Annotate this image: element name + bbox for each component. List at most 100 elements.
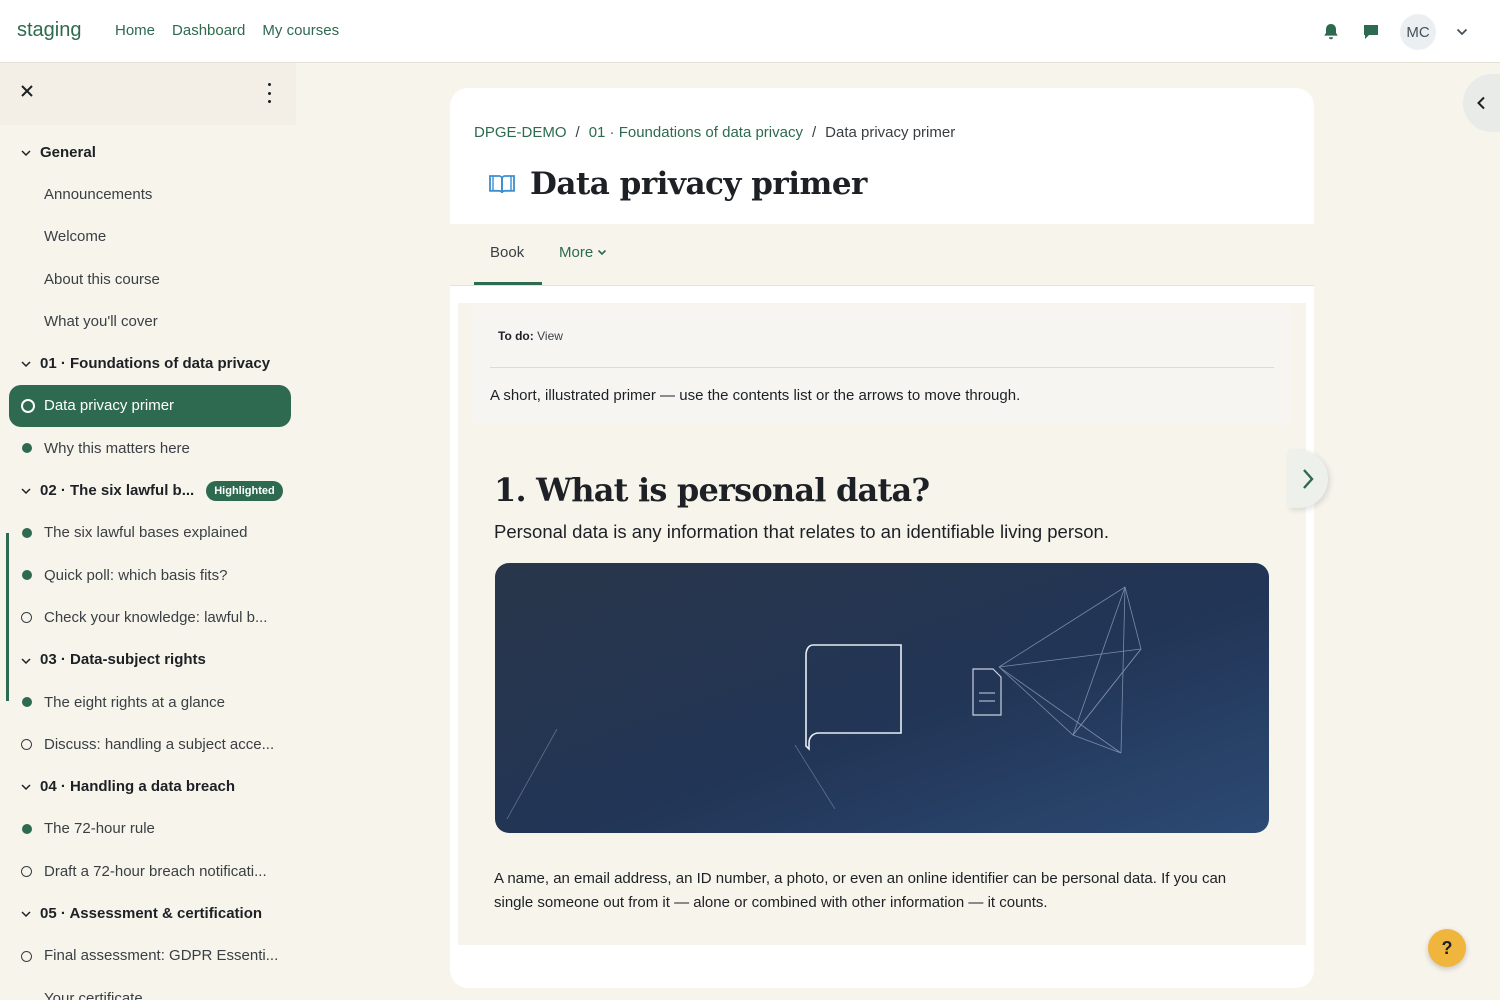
course-index-label: About this course (44, 270, 160, 288)
message-icon[interactable] (1360, 21, 1382, 43)
chevron-down-icon[interactable] (1454, 24, 1470, 40)
course-section-15[interactable]: 04 · Handling a data breach (0, 765, 296, 807)
course-item-20[interactable]: Your certificate (0, 977, 296, 1000)
course-item-9[interactable]: The six lawful bases explained (0, 512, 296, 554)
tab-book[interactable]: Book (490, 244, 524, 261)
close-icon[interactable] (20, 83, 38, 101)
course-index-label: General (40, 143, 96, 161)
site-brand[interactable]: staging (17, 19, 82, 42)
user-avatar[interactable]: MC (1400, 14, 1436, 50)
bell-icon[interactable] (1320, 21, 1342, 43)
course-index-label: The six lawful bases explained (44, 524, 248, 542)
course-index-label: Quick poll: which basis fits? (44, 566, 228, 584)
course-item-11[interactable]: Check your knowledge: lawful b... (0, 596, 296, 638)
course-index-label: Announcements (44, 185, 153, 203)
breadcrumb-section[interactable]: 01 · Foundations of data privacy (589, 124, 803, 141)
incomplete-icon (21, 739, 32, 751)
completed-icon (22, 696, 32, 707)
chevron-down-icon[interactable] (20, 780, 32, 792)
breadcrumb-separator: / (811, 124, 817, 141)
course-section-8[interactable]: 02 · The six lawful b... Highlighted (0, 469, 296, 511)
page-title: Data privacy primer (530, 166, 867, 202)
course-item-10[interactable]: Quick poll: which basis fits? (0, 554, 296, 596)
course-index-label: Final assessment: GDPR Essenti... (44, 947, 279, 965)
kebab-menu-icon[interactable] (262, 83, 276, 103)
course-item-16[interactable]: The 72-hour rule (0, 808, 296, 850)
course-index-drawer: General Announcements Welcome About this co… (0, 63, 296, 1000)
completed-icon (22, 823, 32, 834)
nav-home[interactable]: Home (115, 22, 155, 39)
course-index-label: 01 · Foundations of data privacy (40, 355, 271, 373)
chevron-right-icon (1303, 469, 1314, 489)
course-index-label: 02 · The six lawful b... (40, 482, 195, 500)
breadcrumb-separator: / (575, 124, 580, 141)
course-item-3[interactable]: About this course (0, 258, 296, 300)
course-section-5[interactable]: 01 · Foundations of data privacy (0, 342, 296, 384)
incomplete-icon (21, 950, 32, 962)
course-index-label: Welcome (44, 228, 107, 246)
chapter-heading: 1. What is personal data? (494, 471, 930, 509)
chevron-down-icon[interactable] (20, 484, 32, 496)
completion-requirement: To do: View (498, 329, 563, 343)
course-index-list: General Announcements Welcome About this co… (0, 131, 296, 1000)
completed-icon (22, 527, 32, 538)
course-index-label: The 72-hour rule (44, 820, 155, 838)
course-item-17[interactable]: Draft a 72-hour breach notificati... (0, 850, 296, 892)
course-index-label: 05 · Assessment & certification (40, 904, 263, 922)
top-navbar: staging Home Dashboard My courses MC (0, 0, 1500, 63)
chapter-illustration (495, 563, 1269, 833)
completed-icon (22, 569, 32, 580)
course-item-4[interactable]: What you'll cover (0, 300, 296, 342)
block-drawer-toggle[interactable] (1463, 74, 1500, 132)
nav-my-courses[interactable]: My courses (262, 22, 339, 39)
course-item-7[interactable]: Why this matters here (0, 427, 296, 469)
course-item-13[interactable]: The eight rights at a glance (0, 681, 296, 723)
nav-dashboard[interactable]: Dashboard (172, 22, 245, 39)
help-button[interactable]: ? (1428, 929, 1466, 967)
course-section-18[interactable]: 05 · Assessment & certification (0, 892, 296, 934)
course-index-label: Your certificate (44, 989, 143, 1000)
course-item-6[interactable]: Data privacy primer (9, 384, 291, 428)
chevron-down-icon (598, 249, 607, 256)
completed-icon (22, 443, 32, 454)
course-index-label: Data privacy primer (44, 397, 175, 415)
course-index-label: The eight rights at a glance (44, 693, 225, 711)
activity-information: To do: View A short, illustrated primer … (472, 305, 1292, 423)
course-section-12[interactable]: 03 · Data-subject rights (0, 639, 296, 681)
incomplete-icon (21, 866, 32, 878)
breadcrumb-course[interactable]: DPGE-DEMO (474, 124, 567, 141)
course-item-1[interactable]: Announcements (0, 173, 296, 215)
course-item-14[interactable]: Discuss: handling a subject acce... (0, 723, 296, 765)
incomplete-icon (21, 398, 35, 413)
breadcrumb-current: Data privacy primer (825, 124, 956, 141)
divider (490, 367, 1274, 368)
tab-more[interactable]: More (559, 244, 607, 261)
course-item-19[interactable]: Final assessment: GDPR Essenti... (0, 935, 296, 977)
primary-nav: Home Dashboard My courses (115, 22, 339, 39)
user-tools: MC (1320, 14, 1470, 50)
todo-value: View (537, 329, 563, 343)
course-index-label: Draft a 72-hour breach notificati... (44, 862, 267, 880)
activity-description: A short, illustrated primer — use the co… (490, 387, 1021, 404)
course-item-2[interactable]: Welcome (0, 216, 296, 258)
next-chapter-button[interactable] (1288, 450, 1328, 508)
drawer-header (0, 63, 296, 125)
chevron-left-icon (1477, 96, 1485, 110)
chevron-down-icon[interactable] (20, 146, 32, 158)
chapter-body: A name, an email address, an ID number, … (494, 870, 1227, 911)
course-section-0[interactable]: General (0, 131, 296, 173)
chevron-down-icon[interactable] (20, 654, 32, 666)
todo-label: To do: (498, 329, 534, 343)
active-tab-indicator (474, 282, 542, 285)
course-index-label: Why this matters here (44, 439, 190, 457)
course-index-label: Discuss: handling a subject acce... (44, 735, 275, 753)
course-index-label: 03 · Data-subject rights (40, 651, 206, 669)
course-index-label: What you'll cover (44, 312, 158, 330)
course-index-label: Check your knowledge: lawful b... (44, 608, 268, 626)
main-content-card: DPGE-DEMO / 01 · Foundations of data pri… (450, 88, 1314, 988)
page-header: Data privacy primer (488, 166, 867, 202)
chevron-down-icon[interactable] (20, 907, 32, 919)
highlighted-badge: Highlighted (206, 480, 283, 501)
chevron-down-icon[interactable] (20, 357, 32, 369)
book-content: To do: View A short, illustrated primer … (458, 303, 1306, 945)
